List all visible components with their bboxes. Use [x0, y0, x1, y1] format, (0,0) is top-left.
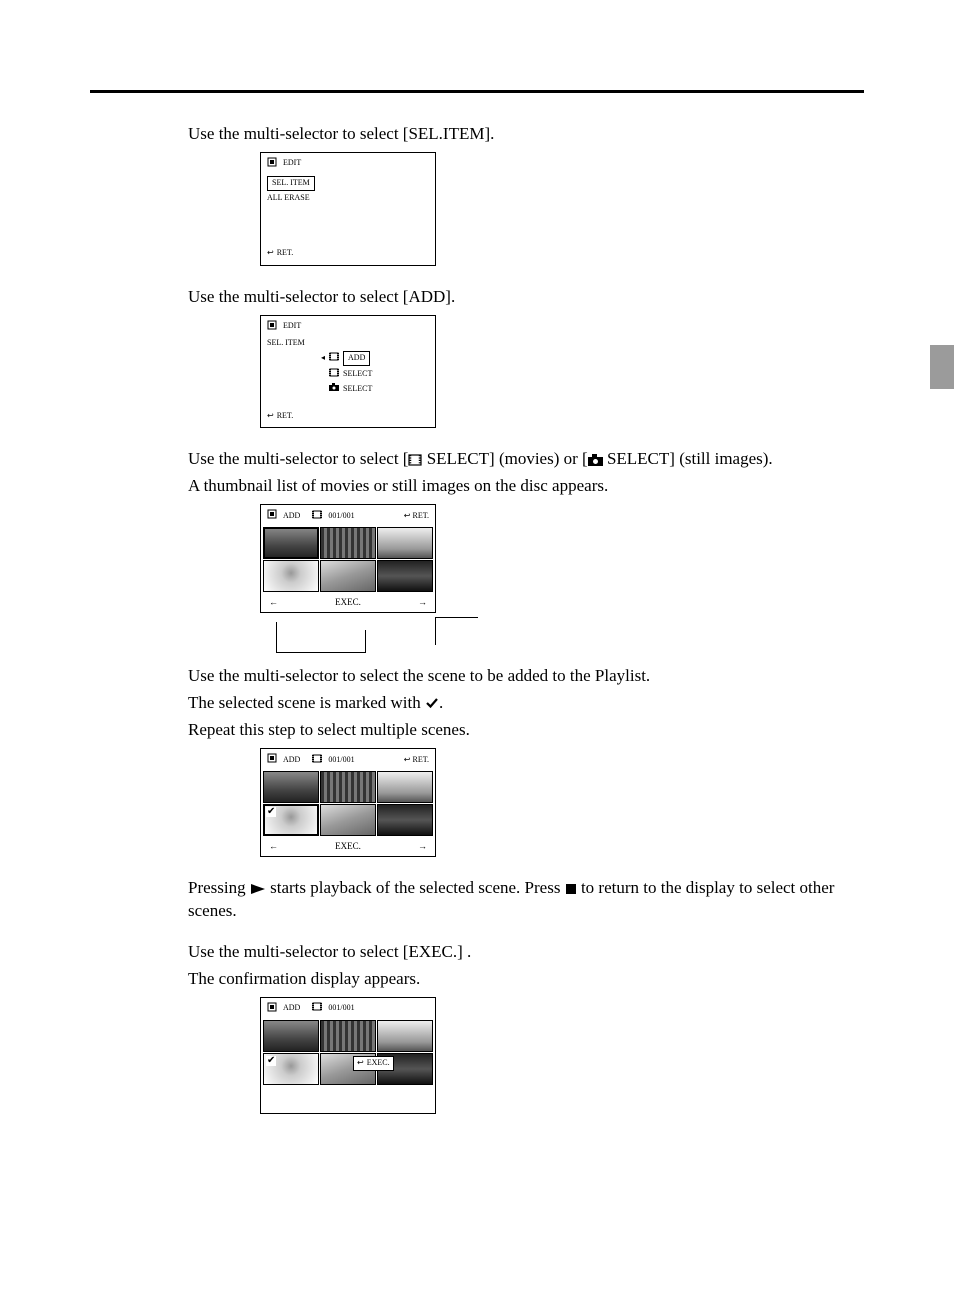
- text-fragment: SELECT] (still images).: [603, 449, 773, 468]
- side-tab: [930, 345, 954, 389]
- movie-icon: [408, 454, 422, 466]
- return-icon: ↩: [357, 1058, 364, 1069]
- callout-line: [435, 617, 436, 645]
- text-fragment: .: [439, 693, 443, 712]
- checkmark-icon: ✔: [266, 1056, 276, 1066]
- checkmark-icon: ✔: [266, 807, 276, 817]
- checkmark-icon: [425, 696, 439, 710]
- thumb-count: 001/001: [328, 511, 354, 522]
- playlist-icon: [267, 157, 277, 171]
- thumbnail: [377, 560, 433, 592]
- callout-line: [365, 630, 366, 652]
- prev-arrow-icon: ←: [269, 840, 278, 852]
- menu-title: EDIT: [283, 321, 301, 332]
- movie-icon: [312, 1002, 322, 1015]
- thumbnail: [320, 527, 376, 559]
- step-exec: Use the multi-selector to select [EXEC.]…: [188, 941, 848, 964]
- step-select-type-sub: A thumbnail list of movies or still imag…: [188, 475, 848, 498]
- movie-icon: [312, 510, 322, 523]
- thumbnail: [377, 527, 433, 559]
- menu-ret: RET.: [277, 411, 294, 422]
- step-select-type: Use the multi-selector to select [ SELEC…: [188, 448, 848, 471]
- menu-title: EDIT: [283, 158, 301, 169]
- thumbnail: [377, 1020, 433, 1052]
- thumbnail: [263, 1020, 319, 1052]
- return-icon: ↩: [267, 411, 274, 422]
- step-select-scene: Use the multi-selector to select the sce…: [188, 665, 848, 688]
- text-fragment: SELECT] (movies) or [: [422, 449, 587, 468]
- top-rule: [90, 90, 864, 93]
- thumbnail: [377, 771, 433, 803]
- text-fragment: The selected scene is marked with: [188, 693, 425, 712]
- screen-thumbnails-2: ADD 001/001 ↩ RET. ✔ ←: [260, 748, 436, 857]
- thumb-count: 001/001: [328, 1003, 354, 1014]
- confirm-exec-label: EXEC.: [367, 1058, 390, 1069]
- submenu-still-select: SELECT: [343, 384, 372, 395]
- thumbnail: [263, 527, 319, 559]
- screen-confirm: ADD 001/001 ✔ ↩ EXEC.: [260, 997, 436, 1114]
- screen-thumbnails-1: ADD 001/001 ↩ RET.: [260, 504, 436, 613]
- step-select-scene-sub2: Repeat this step to select multiple scen…: [188, 719, 848, 742]
- thumb-hdr-add: ADD: [283, 755, 300, 766]
- screen-add: EDIT SEL. ITEM ◂ ADD SELECT SE: [260, 315, 436, 429]
- step-exec-sub: The confirmation display appears.: [188, 968, 848, 991]
- thumb-hdr-add: ADD: [283, 1003, 300, 1014]
- thumb-exec: EXEC.: [335, 840, 361, 852]
- thumbnail: [320, 804, 376, 836]
- thumb-ret: RET.: [412, 755, 429, 766]
- prev-arrow-icon: ←: [269, 596, 278, 608]
- menu-item-sel: SEL. ITEM: [267, 176, 315, 191]
- text-fragment: Use the multi-selector to select [: [188, 449, 408, 468]
- next-arrow-icon: →: [418, 840, 427, 852]
- return-icon: ↩: [404, 755, 411, 766]
- stop-icon: [565, 883, 577, 895]
- step-select-scene-sub1: The selected scene is marked with .: [188, 692, 848, 715]
- thumb-exec: EXEC.: [335, 596, 361, 608]
- playlist-icon: [267, 753, 277, 767]
- movie-icon: [329, 352, 339, 365]
- movie-icon: [312, 754, 322, 767]
- step-playback-note: Pressing starts playback of the selected…: [188, 877, 848, 923]
- submenu-add: ADD: [343, 351, 370, 366]
- step-sel-item: Use the multi-selector to select [SEL.IT…: [188, 123, 848, 146]
- movie-icon: [329, 368, 339, 381]
- thumbnail: ✔: [263, 1053, 319, 1085]
- callout-line: [276, 652, 366, 653]
- playlist-icon: [267, 1002, 277, 1016]
- text-fragment: Pressing: [188, 878, 250, 897]
- thumb-hdr-add: ADD: [283, 511, 300, 522]
- confirm-exec-box: ↩ EXEC.: [353, 1056, 394, 1071]
- thumbnail: [320, 771, 376, 803]
- step-add: Use the multi-selector to select [ADD].: [188, 286, 848, 309]
- playlist-icon: [267, 509, 277, 523]
- camera-icon: [329, 383, 339, 396]
- thumbnail: [263, 771, 319, 803]
- callout-line: [436, 617, 478, 618]
- return-icon: ↩: [404, 511, 411, 522]
- play-icon: [250, 883, 266, 895]
- thumb-ret: RET.: [412, 511, 429, 522]
- menu-item-all: ALL ERASE: [267, 193, 310, 204]
- thumbnail: ✔: [263, 804, 319, 836]
- menu-item-sel: SEL. ITEM: [267, 338, 305, 349]
- playlist-icon: [267, 320, 277, 334]
- text-fragment: starts playback of the selected scene. P…: [266, 878, 565, 897]
- thumb-count: 001/001: [328, 755, 354, 766]
- thumbnail: [263, 560, 319, 592]
- thumbnail: [320, 1020, 376, 1052]
- next-arrow-icon: →: [418, 596, 427, 608]
- chevron-left-icon: ◂: [321, 353, 325, 364]
- submenu-movie-select: SELECT: [343, 369, 372, 380]
- thumbnail: [377, 804, 433, 836]
- screen-sel-item: EDIT SEL. ITEM ALL ERASE ↩ RET.: [260, 152, 436, 266]
- thumbnail: [320, 560, 376, 592]
- callout-line: [276, 622, 277, 652]
- camera-icon: [588, 454, 603, 466]
- menu-ret: RET.: [277, 248, 294, 259]
- return-icon: ↩: [267, 248, 274, 259]
